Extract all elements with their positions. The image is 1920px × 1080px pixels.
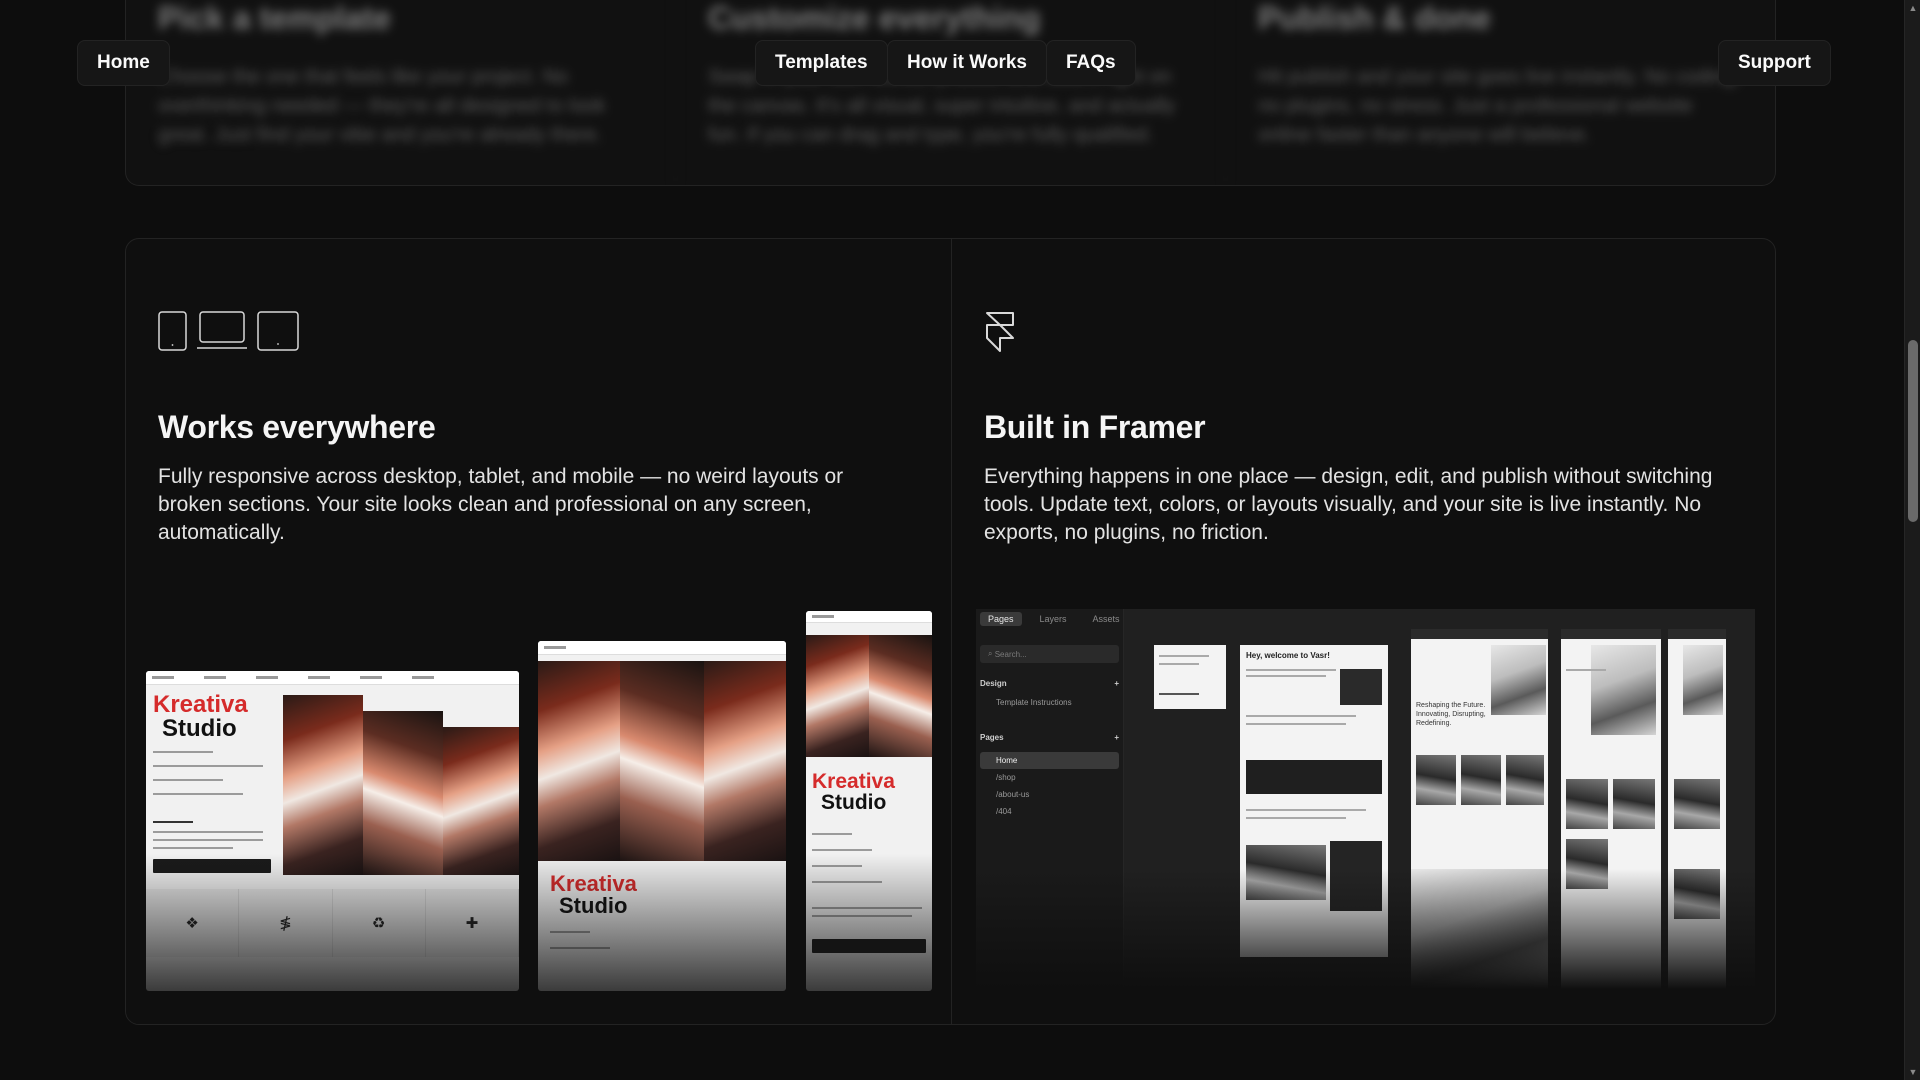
brand-name: Kreativa: [153, 691, 248, 718]
brand-name: Kreativa: [550, 871, 637, 896]
scroll-thumb[interactable]: [1908, 340, 1918, 522]
nav-home-link[interactable]: Home: [77, 40, 170, 86]
scroll-up-arrow-icon[interactable]: ▲: [1905, 0, 1920, 16]
nav-how-it-works-link[interactable]: How it Works: [887, 40, 1047, 86]
page-scrollbar[interactable]: ▲ ▼: [1904, 0, 1920, 1080]
step-text: Hit publish and your site goes live inst…: [1258, 66, 1741, 146]
step-card: Customize everything Swap in your own wo…: [676, 0, 1226, 185]
editor-page-item: /about-us: [996, 790, 1030, 799]
editor-canvas: Hey, welcome to Vasr! Reshaping the Futu…: [1124, 609, 1755, 989]
step-card: Publish & done Hit publish and your site…: [1226, 0, 1775, 185]
step-text: Choose the one that feels like your proj…: [158, 66, 606, 146]
brand-name: Kreativa: [812, 770, 895, 793]
nav-templates-link[interactable]: Templates: [755, 40, 888, 86]
feature-built-in-framer: Built in Framer Everything happens in on…: [952, 239, 1775, 1024]
editor-tab-assets: Assets: [1092, 614, 1120, 624]
nav-support-link[interactable]: Support: [1718, 40, 1831, 86]
logo-icon: ≸: [239, 889, 333, 957]
editor-tab-layers: Layers: [1039, 614, 1067, 624]
editor-design-item: Template Instructions: [996, 698, 1072, 707]
framer-logo-icon: [986, 312, 1014, 352]
editor-sidebar: Pages Layers Assets ⌕ Search... Design + …: [976, 609, 1124, 989]
feature-description: Fully responsive across desktop, tablet,…: [158, 465, 844, 544]
desktop-preview: Kreativa Studio ❖ ≸ ♻ ✚: [146, 671, 519, 991]
editor-tab-pages: Pages: [980, 612, 1022, 626]
editor-page-item: Home: [980, 752, 1119, 769]
editor-page-item: /404: [996, 807, 1012, 816]
brand-subname: Studio: [162, 715, 237, 742]
step-title: Publish & done: [1258, 0, 1491, 36]
feature-works-everywhere: Works everywhere Fully responsive across…: [126, 239, 951, 1024]
phone-preview: Kreativa Studio: [806, 611, 932, 991]
logo-icon: ♻: [333, 889, 426, 957]
brand-subname: Studio: [821, 791, 887, 814]
page: Pick a template Choose the one that feel…: [0, 0, 1904, 1080]
feature-title: Works everywhere: [158, 409, 436, 445]
brand-subname: Studio: [559, 893, 628, 918]
editor-pages-section: Pages +: [980, 733, 1119, 742]
editor-search: ⌕ Search...: [980, 645, 1119, 663]
framer-editor-preview: Pages Layers Assets ⌕ Search... Design + …: [976, 609, 1755, 989]
feature-description: Everything happens in one place — design…: [984, 465, 1713, 544]
steps-cards: Pick a template Choose the one that feel…: [125, 0, 1776, 186]
logo-icon: ✚: [426, 889, 519, 957]
editor-design-section: Design +: [980, 679, 1119, 688]
nav-faqs-link[interactable]: FAQs: [1046, 40, 1136, 86]
scroll-down-arrow-icon[interactable]: ▼: [1905, 1064, 1920, 1080]
feature-title: Built in Framer: [984, 409, 1206, 445]
step-title: Pick a template: [158, 0, 391, 36]
features-panel: Works everywhere Fully responsive across…: [125, 238, 1776, 1025]
tablet-preview: Kreativa Studio: [538, 641, 786, 991]
editor-page-item: /shop: [996, 773, 1016, 782]
logo-icon: ❖: [146, 889, 240, 957]
step-title: Customize everything: [708, 0, 1041, 36]
canvas-welcome-text: Hey, welcome to Vasr!: [1246, 651, 1330, 660]
devices-icon: [158, 311, 299, 351]
step-card: Pick a template Choose the one that feel…: [126, 0, 676, 185]
